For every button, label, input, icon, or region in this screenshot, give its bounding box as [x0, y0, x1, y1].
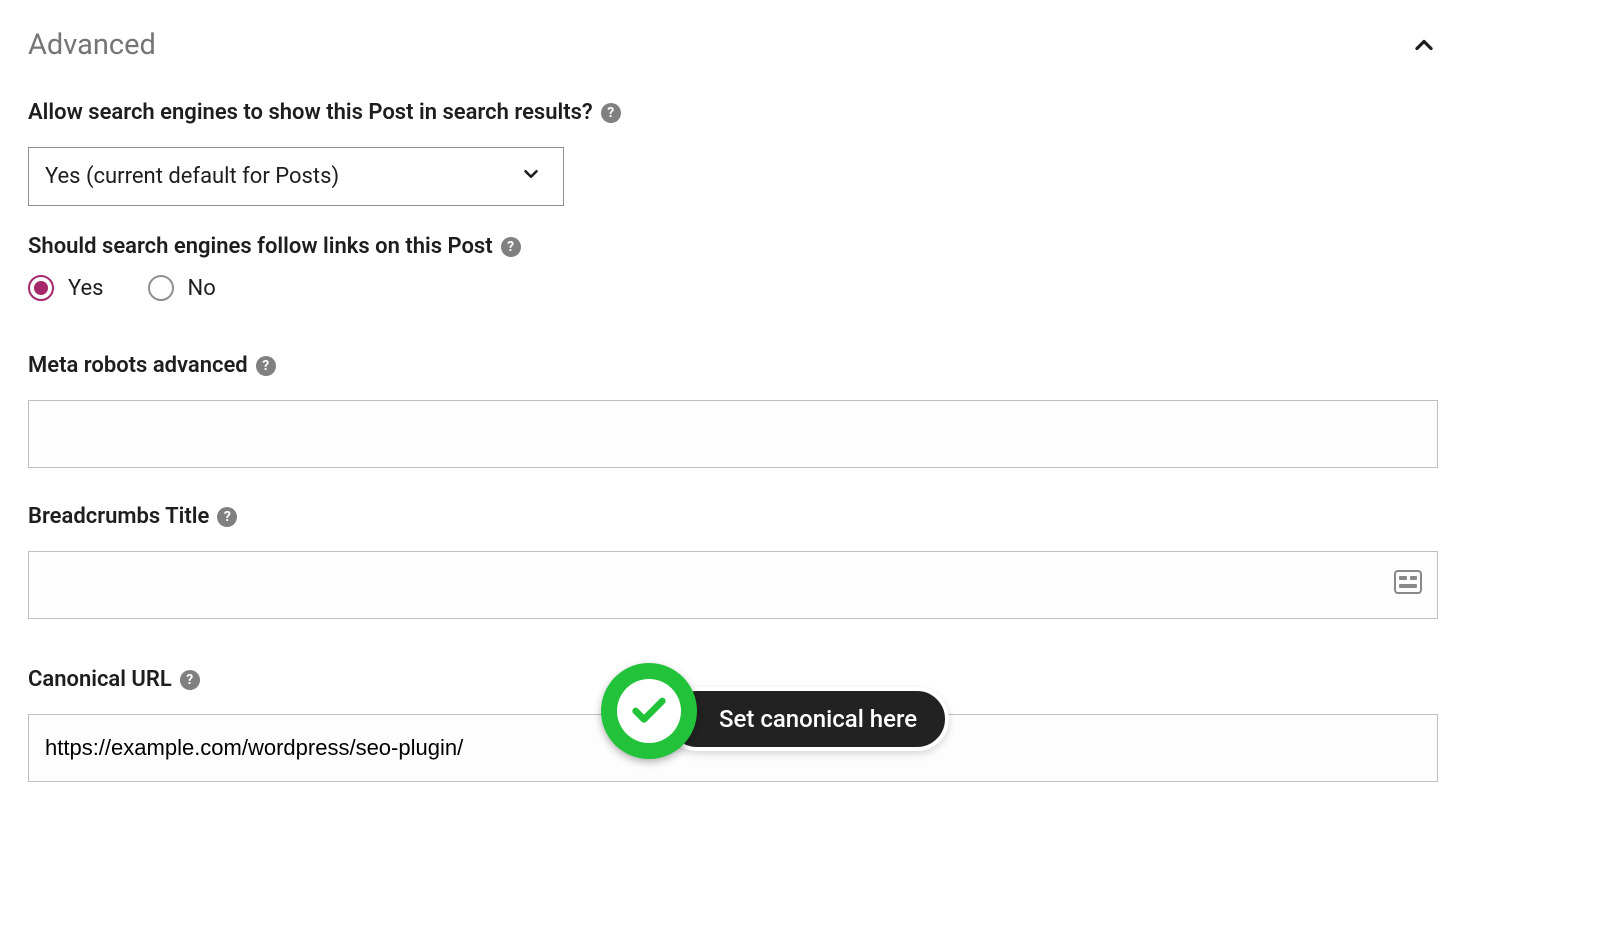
collapse-icon[interactable]: [1410, 31, 1438, 59]
follow-links-radio-group: Yes No: [28, 275, 1438, 301]
panel-title: Advanced: [28, 28, 156, 62]
follow-no-label: No: [188, 276, 216, 301]
meta-robots-label: Meta robots advanced ?: [28, 353, 276, 378]
callout-text: Set canonical here: [665, 687, 949, 751]
checkmark-icon: [629, 691, 669, 731]
breadcrumbs-input[interactable]: [28, 551, 1438, 619]
breadcrumbs-input-wrapper: [28, 551, 1438, 619]
breadcrumbs-group: Breadcrumbs Title ?: [28, 504, 1438, 619]
canonical-url-label-text: Canonical URL: [28, 667, 172, 692]
follow-yes-option[interactable]: Yes: [28, 275, 104, 301]
callout-badge: [601, 663, 697, 759]
breadcrumbs-label: Breadcrumbs Title ?: [28, 504, 237, 529]
panel-header: Advanced: [28, 28, 1438, 62]
allow-search-select-wrapper: Yes (current default for Posts): [28, 147, 564, 206]
allow-search-label-text: Allow search engines to show this Post i…: [28, 100, 593, 125]
advanced-panel: Advanced Allow search engines to show th…: [28, 28, 1438, 782]
help-icon[interactable]: ?: [256, 356, 276, 376]
help-icon[interactable]: ?: [601, 103, 621, 123]
breadcrumbs-label-text: Breadcrumbs Title: [28, 504, 209, 529]
help-icon[interactable]: ?: [217, 507, 237, 527]
radio-dot: [34, 281, 48, 295]
meta-robots-label-text: Meta robots advanced: [28, 353, 248, 378]
follow-links-label: Should search engines follow links on th…: [28, 234, 521, 259]
follow-links-group: Should search engines follow links on th…: [28, 234, 1438, 301]
radio-unselected-icon: [148, 275, 174, 301]
meta-robots-group: Meta robots advanced ?: [28, 353, 1438, 468]
allow-search-group: Allow search engines to show this Post i…: [28, 100, 1438, 206]
follow-yes-label: Yes: [68, 276, 104, 301]
radio-selected-icon: [28, 275, 54, 301]
allow-search-label: Allow search engines to show this Post i…: [28, 100, 621, 125]
callout-badge-wrapper: [593, 663, 705, 775]
follow-links-label-text: Should search engines follow links on th…: [28, 234, 493, 259]
follow-no-option[interactable]: No: [148, 275, 216, 301]
help-icon[interactable]: ?: [501, 237, 521, 257]
callout-annotation: Set canonical here: [593, 663, 949, 775]
allow-search-select[interactable]: Yes (current default for Posts): [28, 147, 564, 206]
help-icon[interactable]: ?: [180, 670, 200, 690]
meta-robots-input[interactable]: [28, 400, 1438, 468]
canonical-url-label: Canonical URL ?: [28, 667, 200, 692]
callout-badge-inner: [617, 679, 681, 743]
